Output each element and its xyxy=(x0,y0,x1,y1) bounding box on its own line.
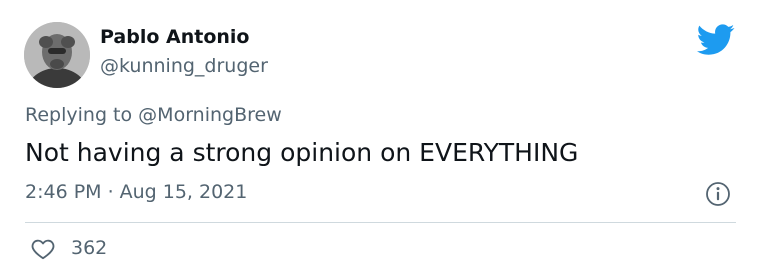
meta-separator: · xyxy=(107,181,114,203)
tweet-date: Aug 15, 2021 xyxy=(119,181,248,203)
like-count: 362 xyxy=(71,237,108,259)
tweet-time: 2:46 PM xyxy=(25,181,102,203)
tweet-text: Not having a strong opinion on EVERYTHIN… xyxy=(25,138,579,167)
replying-prefix: Replying to xyxy=(25,104,133,126)
info-icon[interactable] xyxy=(705,181,731,207)
avatar-photo xyxy=(24,22,90,88)
display-name[interactable]: Pablo Antonio xyxy=(100,26,249,48)
tweet-card: Pablo Antonio @kunning_druger Replying t… xyxy=(0,0,758,278)
replying-to-line: Replying to @MorningBrew xyxy=(25,104,282,126)
heart-icon[interactable] xyxy=(30,236,56,262)
divider xyxy=(25,222,736,223)
tweet-timestamp[interactable]: 2:46 PM · Aug 15, 2021 xyxy=(25,181,247,203)
avatar[interactable] xyxy=(24,22,90,88)
user-handle[interactable]: @kunning_druger xyxy=(100,55,268,77)
replying-to-handle[interactable]: @MorningBrew xyxy=(138,104,282,126)
twitter-bird-icon[interactable] xyxy=(697,24,735,56)
